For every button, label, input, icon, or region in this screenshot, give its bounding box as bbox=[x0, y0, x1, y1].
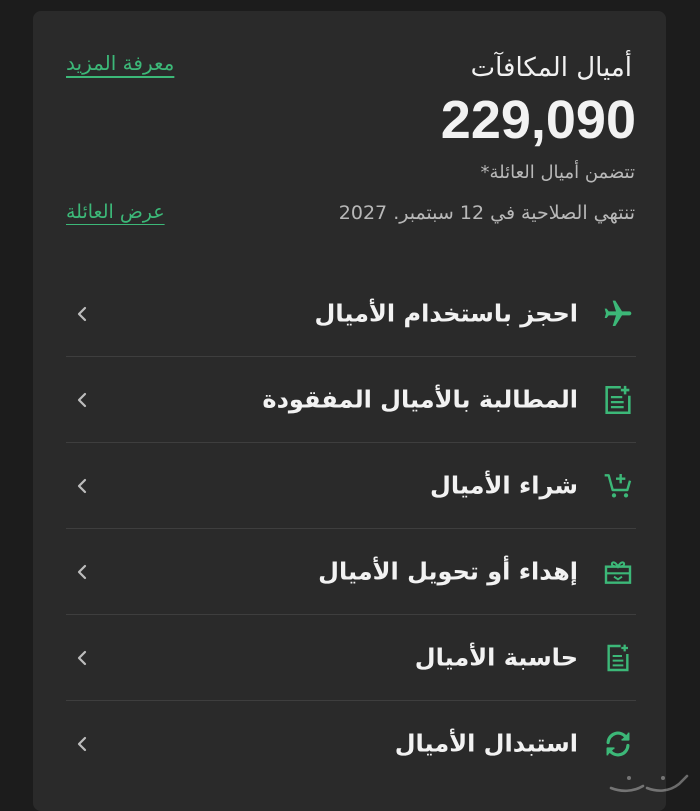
miles-balance: 229,090 bbox=[440, 90, 636, 150]
airplane-icon bbox=[600, 296, 636, 332]
rewards-card: أميال المكافآت معرفة المزيد 229,090 تتضم… bbox=[33, 11, 666, 811]
menu-item-claim-missing-miles[interactable]: المطالبة بالأميال المفقودة bbox=[66, 357, 636, 443]
rewards-title: أميال المكافآت bbox=[470, 53, 632, 83]
menu-item-book-with-miles[interactable]: احجز باستخدام الأميال bbox=[66, 271, 636, 357]
learn-more-link[interactable]: معرفة المزيد bbox=[66, 51, 174, 75]
menu-item-label: حاسبة الأميال bbox=[414, 642, 578, 671]
menu-item-label: احجز باستخدام الأميال bbox=[314, 298, 578, 327]
menu-item-buy-miles[interactable]: شراء الأميال bbox=[66, 443, 636, 529]
miles-expiry-text: تنتهي الصلاحية في 12 سبتمبر. 2027 bbox=[338, 202, 635, 224]
exchange-arrows-icon bbox=[600, 726, 636, 762]
chevron-left-icon bbox=[77, 736, 87, 751]
menu-item-label: إهداء أو تحويل الأميال bbox=[318, 556, 578, 585]
menu-item-label: المطالبة بالأميال المفقودة bbox=[262, 384, 578, 413]
cart-add-icon bbox=[600, 468, 636, 504]
chevron-left-icon bbox=[77, 564, 87, 579]
chevron-left-icon bbox=[77, 306, 87, 321]
chevron-left-icon bbox=[77, 478, 87, 493]
gift-icon bbox=[600, 554, 636, 590]
chevron-left-icon bbox=[77, 650, 87, 665]
menu-item-label: استبدال الأميال bbox=[394, 728, 578, 757]
menu-item-redeem-miles[interactable]: استبدال الأميال bbox=[66, 701, 636, 786]
calculator-document-icon bbox=[600, 640, 636, 676]
menu-item-label: شراء الأميال bbox=[430, 470, 578, 499]
watermark-logo bbox=[609, 774, 689, 793]
miles-actions-menu: احجز باستخدام الأميال المطالبة بالأميال … bbox=[66, 271, 636, 786]
menu-item-miles-calculator[interactable]: حاسبة الأميال bbox=[66, 615, 636, 701]
family-miles-note: تتضمن أميال العائلة* bbox=[480, 162, 635, 183]
view-family-link[interactable]: عرض العائلة bbox=[66, 201, 165, 223]
chevron-left-icon bbox=[77, 392, 87, 407]
menu-item-gift-transfer-miles[interactable]: إهداء أو تحويل الأميال bbox=[66, 529, 636, 615]
claim-document-icon bbox=[600, 382, 636, 418]
